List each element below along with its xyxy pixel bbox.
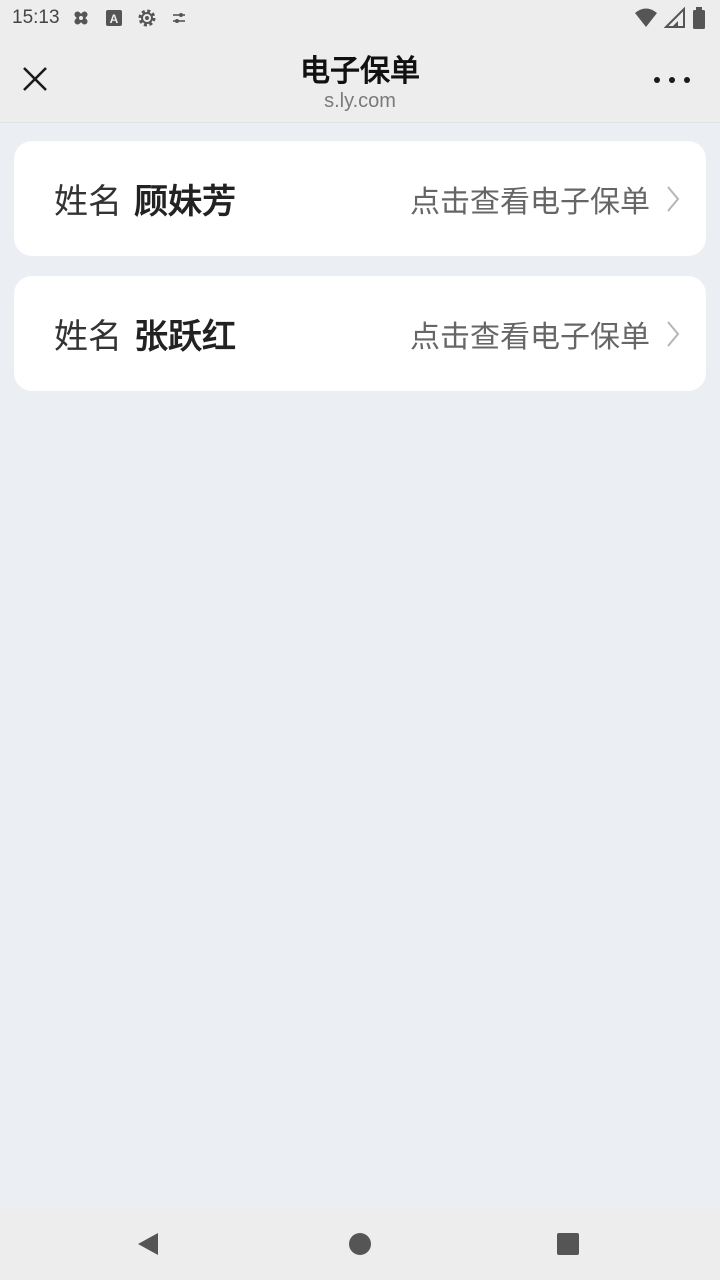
settings-gear-icon [138, 9, 156, 27]
more-dot [669, 77, 675, 83]
recents-square-icon[interactable] [556, 1232, 580, 1256]
wifi-icon [635, 8, 657, 27]
status-icons-right [634, 6, 706, 30]
signal-icon [664, 7, 685, 28]
policy-holder: 姓名 张跃红 [54, 276, 236, 391]
more-dot [684, 77, 690, 83]
chevron-right-icon [666, 185, 680, 213]
system-navigation-bar [0, 1207, 720, 1280]
name-label: 姓名 [54, 182, 122, 222]
holder-name: 顾妹芳 [134, 182, 236, 222]
status-bar: 15:13 A [0, 0, 720, 36]
policy-card[interactable]: 姓名 顾妹芳 点击查看电子保单 [14, 141, 706, 256]
more-dot [654, 77, 660, 83]
back-triangle-icon[interactable] [136, 1231, 160, 1257]
view-policy-link[interactable]: 点击查看电子保单 [410, 141, 680, 256]
svg-text:A: A [109, 12, 118, 26]
battery-icon [693, 7, 705, 29]
home-circle-icon[interactable] [348, 1232, 372, 1256]
name-label: 姓名 [54, 317, 122, 357]
page-title: 电子保单 [300, 54, 420, 89]
page-domain: s.ly.com [324, 90, 396, 112]
more-dots-icon[interactable] [654, 70, 690, 90]
view-policy-label: 点击查看电子保单 [410, 319, 650, 355]
status-time: 15:13 [12, 7, 60, 28]
view-policy-link[interactable]: 点击查看电子保单 [410, 276, 680, 391]
policy-holder: 姓名 顾妹芳 [54, 141, 236, 256]
tune-icon [172, 13, 185, 23]
text-a-icon: A [105, 10, 122, 26]
top-navigation-bar: 电子保单 s.ly.com [0, 36, 720, 123]
status-icons-left: A [70, 7, 188, 29]
chevron-right-icon [666, 320, 680, 348]
view-policy-label: 点击查看电子保单 [410, 184, 650, 220]
policy-list: 姓名 顾妹芳 点击查看电子保单 姓名 张跃红 点击查看电子保单 [14, 141, 706, 411]
policy-card[interactable]: 姓名 张跃红 点击查看电子保单 [14, 276, 706, 391]
holder-name: 张跃红 [134, 317, 236, 357]
bandage-icon [74, 11, 88, 25]
